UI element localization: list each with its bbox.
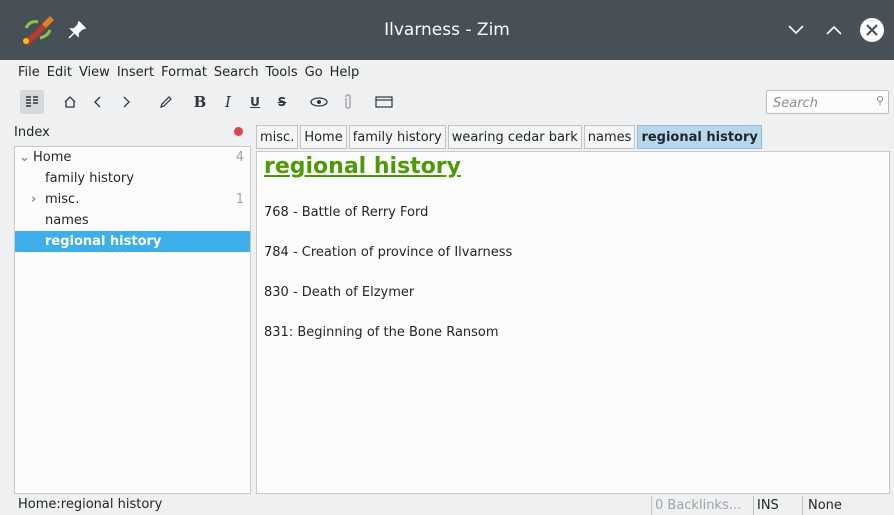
edit-button[interactable] (156, 90, 176, 114)
index-item-label: names (45, 213, 89, 228)
strikethrough-button[interactable]: S (272, 90, 292, 114)
status-bar: Home:regional history 0 Backlinks... INS… (0, 494, 894, 515)
search-box: ⚲ (766, 90, 889, 115)
index-item-label: Home (33, 150, 72, 165)
window-title: Ilvarness - Zim (384, 20, 510, 40)
menu-bar: File Edit View Insert Format Search Tool… (0, 60, 894, 84)
italic-button[interactable]: I (218, 90, 238, 114)
search-icon[interactable]: ⚲ (876, 94, 884, 107)
expander-open-icon[interactable]: ⌄ (19, 147, 30, 168)
link-icon (310, 97, 328, 107)
toggle-index-button[interactable] (20, 90, 44, 114)
attach-button[interactable] (338, 90, 358, 114)
pencil-icon (160, 96, 172, 108)
menu-help[interactable]: Help (330, 65, 360, 80)
chevron-up-icon (826, 25, 842, 35)
insert-table-button[interactable] (374, 90, 394, 114)
link-button[interactable] (309, 90, 329, 114)
index-item-names[interactable]: names (15, 210, 250, 231)
page-heading[interactable]: regional history (264, 154, 461, 179)
underline-button[interactable]: U (245, 90, 265, 114)
index-item-count: 4 (235, 150, 244, 165)
index-pane-icon (26, 96, 38, 107)
index-item-count: 1 (235, 192, 244, 207)
page-editor[interactable]: regional history 768 - Battle of Rerry F… (256, 151, 890, 494)
menu-format[interactable]: Format (161, 65, 207, 80)
close-index-icon[interactable] (234, 127, 243, 136)
page-line[interactable]: 830 - Death of Elzymer (264, 285, 414, 300)
path-button-names[interactable]: names (583, 125, 636, 149)
path-button-wearing-cedar-bark[interactable]: wearing cedar bark (447, 125, 582, 149)
menu-edit[interactable]: Edit (47, 65, 72, 80)
status-page-path: Home:regional history (18, 497, 163, 512)
page-line[interactable]: 784 - Creation of province of Ilvarness (264, 245, 512, 260)
menu-search[interactable]: Search (214, 65, 259, 80)
path-button-misc[interactable]: misc. (256, 125, 299, 149)
index-item-family-history[interactable]: family history (15, 168, 250, 189)
table-icon (375, 96, 393, 108)
bold-button[interactable]: B (190, 90, 210, 114)
home-button[interactable] (60, 90, 80, 114)
index-item-label: family history (45, 171, 134, 186)
page-line[interactable]: 768 - Battle of Rerry Ford (264, 205, 428, 220)
index-item-regional-history[interactable]: regional history (15, 231, 250, 252)
toolbar: B I U S (0, 84, 894, 120)
menu-view[interactable]: View (79, 65, 110, 80)
forward-button[interactable] (116, 90, 136, 114)
title-bar: Ilvarness - Zim (0, 0, 894, 60)
close-icon (860, 18, 884, 42)
path-button-family-history[interactable]: family history (348, 125, 446, 149)
index-pane-title: Index (14, 125, 50, 140)
index-item-misc[interactable]: › misc. 1 (15, 189, 250, 210)
index-tree: ⌄ Home 4 family history › misc. 1 names … (14, 146, 251, 494)
backlinks-button[interactable]: 0 Backlinks... (651, 496, 751, 515)
maximize-button[interactable] (820, 0, 848, 60)
menu-tools[interactable]: Tools (266, 65, 298, 80)
style-indicator[interactable]: None (802, 496, 854, 515)
insert-mode-indicator[interactable]: INS (753, 496, 799, 515)
chevron-down-icon (788, 25, 804, 35)
index-item-label: regional history (45, 234, 162, 249)
index-item-home[interactable]: ⌄ Home 4 (15, 147, 250, 168)
paperclip-icon (345, 94, 351, 109)
menu-file[interactable]: File (18, 65, 40, 80)
menu-go[interactable]: Go (305, 65, 323, 80)
menu-insert[interactable]: Insert (117, 65, 154, 80)
close-button[interactable] (856, 0, 888, 60)
chevron-left-icon (94, 96, 101, 108)
back-button[interactable] (88, 90, 108, 114)
home-icon (64, 96, 76, 108)
minimize-button[interactable] (782, 0, 810, 60)
path-bar: misc. Home family history wearing cedar … (256, 125, 764, 149)
search-input[interactable] (771, 91, 865, 115)
page-line[interactable]: 831: Beginning of the Bone Ransom (264, 325, 499, 340)
index-item-label: misc. (45, 192, 80, 207)
chevron-right-icon (123, 96, 130, 108)
path-button-home[interactable]: Home (300, 125, 347, 149)
path-button-regional-history[interactable]: regional history (637, 125, 762, 149)
expander-closed-icon[interactable]: › (31, 189, 36, 210)
